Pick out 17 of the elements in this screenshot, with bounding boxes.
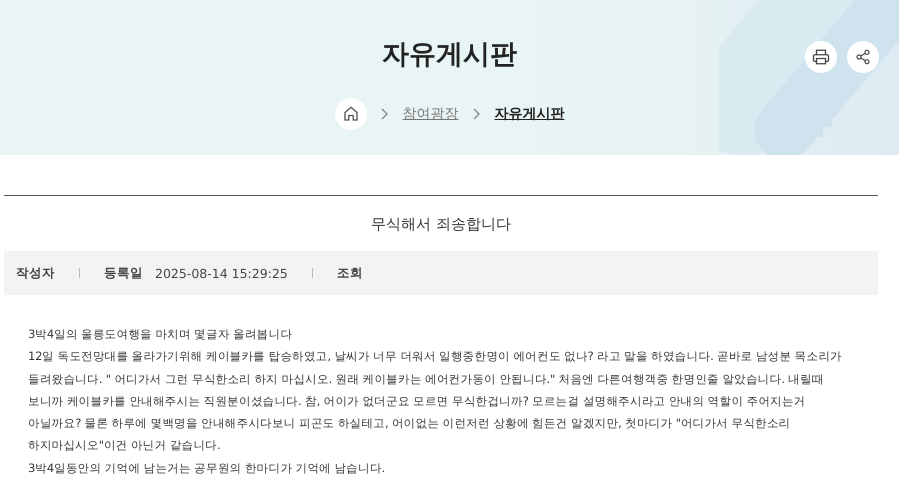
body-paragraph: 12일 독도전망대를 올라가기위해 케이블카를 탑승하였고, 날씨가 너무 더워서 일행중한명이 에어컨도 없나? 라고 말을 하였습니다. 곧바로 남성분 목소리가 들려왔습니다. " 어디가서 그런 무식한소리 하지 마십시오. 원래 케이블카는 에어컨가동이 안됩니다." 처음엔 다른여행객중 한명인줄 알았습니다. 내릴때 보니까 케이블카를 안내해주시는 직원분이셨습니다. 참, 어이가 없더군요 모르면 무식한겁니까? 모르는걸 설명해주시라고 안내의 역할이 주어지는거 아닐까요? 물론 하루에 몇백명을 안내해주시다보니 피곤도 하실테고, 어이없는 이런저런 상황에 힘든건 알겠지만, 첫마디가 "어디가서 무식한소리 하지마십시오"이건 아닌거 같습니다.	[28, 348, 842, 454]
meta-label: 조회	[336, 264, 363, 282]
share-icon	[855, 49, 871, 65]
breadcrumb-link[interactable]: 자유게시판	[494, 105, 564, 123]
breadcrumb-link[interactable]: 참여광장	[402, 105, 458, 123]
print-icon	[812, 48, 830, 66]
home-icon	[342, 105, 360, 123]
body-paragraph: 3박4일동안의 기억에 남는거는 공무원의 한마디가 기억에 남습니다.	[28, 460, 386, 477]
chevron-icon	[380, 108, 388, 120]
chevron-icon	[472, 108, 480, 120]
home-button[interactable]	[334, 98, 366, 130]
page-title: 자유게시판	[382, 38, 517, 72]
meta-label: 등록일	[104, 264, 143, 282]
post-title: 무식해서 죄송합니다	[370, 214, 512, 235]
meta-label: 작성자	[16, 264, 55, 282]
meta-value: 2025-08-14 15:29:25	[155, 266, 288, 280]
body-paragraph: 3박4일의 울릉도여행을 마치며 몇글자 올려봅니다	[28, 326, 292, 343]
